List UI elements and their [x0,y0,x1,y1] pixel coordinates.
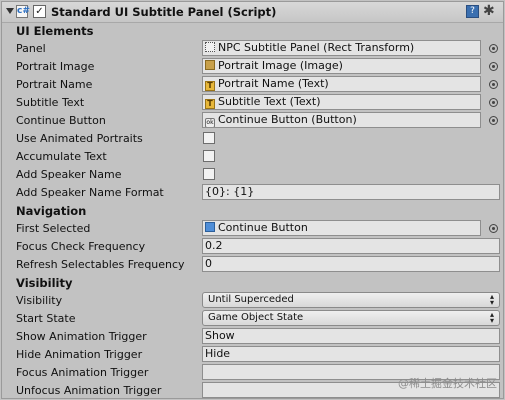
field-label: Continue Button [16,114,106,127]
field-row-subtitle-text: Subtitle Text T Subtitle Text (Text) [2,94,503,112]
object-picker-icon[interactable] [489,62,498,71]
field-row-first-selected: First Selected Continue Button [2,220,503,238]
component-header[interactable]: c# ✓ Standard UI Subtitle Panel (Script)… [2,2,503,23]
object-picker-icon[interactable] [489,44,498,53]
section-visibility: Visibility [2,274,503,292]
subtitle-text-object-field[interactable]: T Subtitle Text (Text) [202,94,481,110]
section-title: UI Elements [16,24,94,38]
continue-button-object-field[interactable]: ok Continue Button (Button) [202,112,481,128]
field-label: Focus Check Frequency [16,240,146,253]
field-row-hide-animation-trigger: Hide Animation Trigger Hide [2,346,503,364]
field-label: Add Speaker Name Format [16,186,164,199]
watermark: @稀土掘金技术社区 [398,377,497,390]
dropdown-arrows-icon: ▴ ▾ [489,310,494,325]
field-row-add-speaker-name-format: Add Speaker Name Format {0}: {1} [2,184,503,202]
text-component-icon: T [205,99,215,109]
field-row-refresh-selectables-frequency: Refresh Selectables Frequency 0 [2,256,503,274]
field-label: Refresh Selectables Frequency [16,258,185,271]
gear-icon[interactable]: ✱ [483,3,495,19]
section-ui-elements: UI Elements [2,22,503,40]
field-row-accumulate-text: Accumulate Text [2,148,503,166]
field-label: First Selected [16,222,91,235]
field-value: Portrait Name (Text) [218,77,329,90]
add-speaker-name-format-input[interactable]: {0}: {1} [202,184,500,200]
game-object-icon [205,222,215,232]
focus-check-frequency-input[interactable]: 0.2 [202,238,500,254]
panel-object-field[interactable]: NPC Subtitle Panel (Rect Transform) [202,40,481,56]
field-label: Portrait Name [16,78,93,91]
field-row-portrait-name: Portrait Name T Portrait Name (Text) [2,76,503,94]
section-title: Navigation [16,204,87,218]
rect-transform-icon [205,42,215,52]
field-label: Add Speaker Name [16,168,122,181]
field-value: Continue Button [218,221,308,234]
field-label: Start State [16,312,76,325]
field-value: NPC Subtitle Panel (Rect Transform) [218,41,415,54]
field-label: Use Animated Portraits [16,132,143,145]
field-row-show-animation-trigger: Show Animation Trigger Show [2,328,503,346]
text-component-icon: T [205,81,215,91]
add-speaker-name-checkbox[interactable] [203,168,215,180]
visibility-dropdown[interactable]: Until Superceded ▴ ▾ [202,292,500,308]
object-picker-icon[interactable] [489,80,498,89]
section-title: Visibility [16,276,73,290]
start-state-dropdown[interactable]: Game Object State ▴ ▾ [202,310,500,326]
show-animation-trigger-input[interactable]: Show [202,328,500,344]
field-row-focus-check-frequency: Focus Check Frequency 0.2 [2,238,503,256]
hide-animation-trigger-input[interactable]: Hide [202,346,500,362]
field-row-visibility: Visibility Until Superceded ▴ ▾ [2,292,503,310]
field-label: Portrait Image [16,60,95,73]
field-label: Unfocus Animation Trigger [16,384,162,397]
field-label: Hide Animation Trigger [16,348,143,361]
field-label: Show Animation Trigger [16,330,147,343]
field-row-panel: Panel NPC Subtitle Panel (Rect Transform… [2,40,503,58]
use-animated-portraits-checkbox[interactable] [203,132,215,144]
object-picker-icon[interactable] [489,224,498,233]
object-picker-icon[interactable] [489,116,498,125]
object-picker-icon[interactable] [489,98,498,107]
portrait-image-object-field[interactable]: Portrait Image (Image) [202,58,481,74]
foldout-arrow-icon[interactable] [6,8,14,14]
field-row-add-speaker-name: Add Speaker Name [2,166,503,184]
field-label: Panel [16,42,46,55]
field-row-start-state: Start State Game Object State ▴ ▾ [2,310,503,328]
enabled-checkbox[interactable]: ✓ [33,5,46,18]
refresh-selectables-frequency-input[interactable]: 0 [202,256,500,272]
image-component-icon [205,60,215,70]
field-label: Accumulate Text [16,150,107,163]
button-component-icon: ok [205,118,215,127]
accumulate-text-checkbox[interactable] [203,150,215,162]
component-title: Standard UI Subtitle Panel (Script) [51,5,277,19]
script-icon: c# [16,5,30,18]
section-navigation: Navigation [2,202,503,220]
portrait-name-object-field[interactable]: T Portrait Name (Text) [202,76,481,92]
help-icon[interactable]: ? [466,5,479,18]
field-label: Visibility [16,294,63,307]
field-value: Continue Button (Button) [218,113,357,126]
first-selected-object-field[interactable]: Continue Button [202,220,481,236]
dropdown-arrows-icon: ▴ ▾ [489,292,494,307]
dropdown-value: Game Object State [208,312,304,323]
dropdown-value: Until Superceded [208,294,294,305]
field-label: Subtitle Text [16,96,85,109]
field-value: Subtitle Text (Text) [218,95,321,108]
field-label: Focus Animation Trigger [16,366,149,379]
field-row-continue-button: Continue Button ok Continue Button (Butto… [2,112,503,130]
inspector-component-panel: c# ✓ Standard UI Subtitle Panel (Script)… [1,1,504,399]
field-row-use-animated-portraits: Use Animated Portraits [2,130,503,148]
field-value: Portrait Image (Image) [218,59,343,72]
field-row-portrait-image: Portrait Image Portrait Image (Image) [2,58,503,76]
